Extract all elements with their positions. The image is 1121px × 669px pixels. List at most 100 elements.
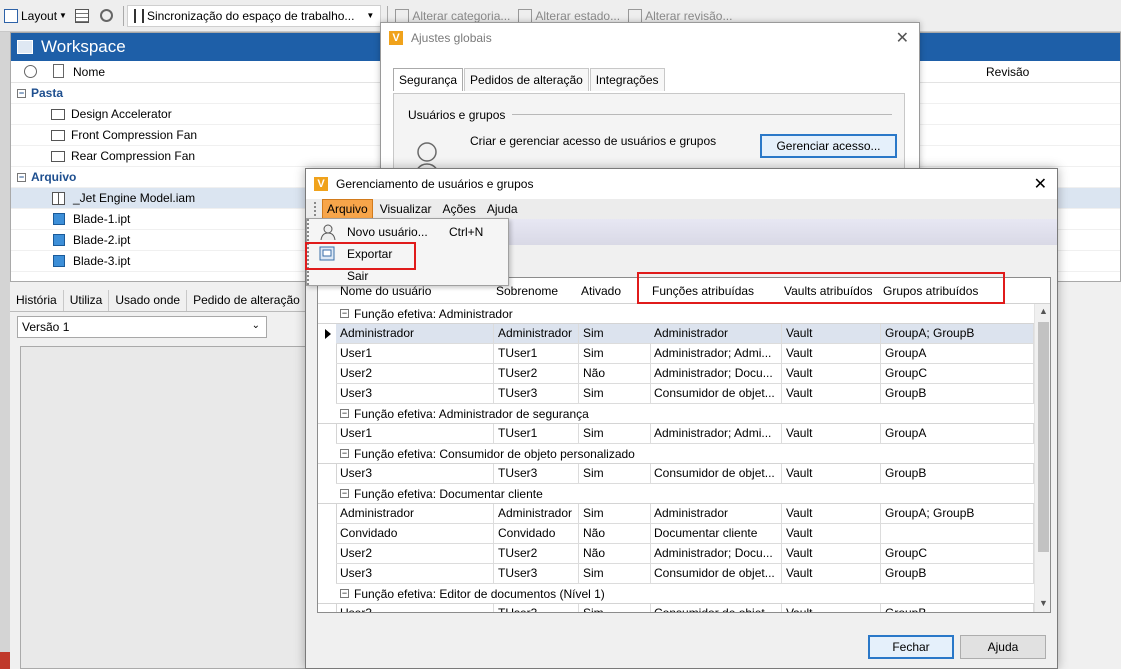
tab-security[interactable]: Segurança [393, 68, 464, 91]
part-icon [53, 234, 65, 246]
menu-view[interactable]: Visualizar [376, 200, 436, 218]
menu-actions[interactable]: Ações [439, 200, 480, 218]
help-button[interactable]: Ajuda [960, 635, 1046, 659]
grid-view-button[interactable] [71, 5, 96, 27]
global-settings-title: Ajustes globais [411, 31, 492, 45]
table-cell: Sim [579, 424, 651, 444]
table-row[interactable]: Administrador Administrador Sim Administrad… [318, 504, 1034, 524]
grid-icon [74, 8, 89, 23]
table-row[interactable]: User1 TUser1 Sim Administrador; Admi... Vaul… [318, 344, 1034, 364]
workspace-sync-dropdown[interactable]: Sincronização do espaço de trabalho... ▼ [126, 4, 382, 27]
scroll-down-icon[interactable]: ▼ [1039, 598, 1048, 608]
file-name: Blade-2.ipt [73, 233, 131, 247]
name-column-header[interactable]: Nome [73, 65, 105, 79]
table-row[interactable]: User2 TUser2 Não Administrador; Docu... Vaul… [318, 364, 1034, 384]
table-cell: Consumidor de objet... [650, 564, 782, 584]
group-row[interactable]: − Função efetiva: Administrador de segura… [318, 404, 1034, 424]
file-name: Blade-3.ipt [73, 254, 131, 268]
menu-help[interactable]: Ajuda [483, 200, 522, 218]
vertical-scrollbar[interactable]: ▲ ▼ [1034, 304, 1050, 612]
table-row[interactable]: User1 TUser1 Sim Administrador; Admi... Vaul… [318, 424, 1034, 444]
table-cell: Sim [579, 324, 651, 344]
grip-icon [314, 202, 317, 216]
table-cell [881, 524, 1034, 544]
table-row[interactable]: User3 TUser3 Sim Consumidor de objet... Vaul… [318, 464, 1034, 484]
tab-change-orders[interactable]: Pedidos de alteração [464, 68, 589, 91]
category-icon [395, 8, 410, 23]
grid-body: − Função efetiva: Administrador Administra… [318, 304, 1034, 612]
preview-pane [20, 346, 310, 669]
user-icon [320, 224, 336, 240]
layout-menu[interactable]: Layout ▼ [0, 5, 71, 27]
table-row[interactable]: User2 TUser2 Não Administrador; Docu... Vaul… [318, 544, 1034, 564]
collapse-icon[interactable]: − [17, 172, 26, 182]
collapse-icon[interactable]: − [340, 409, 349, 418]
collapse-icon[interactable]: − [340, 449, 349, 458]
column-header-enabled[interactable]: Ativado [581, 284, 621, 298]
close-icon[interactable]: ✕ [1034, 174, 1047, 194]
version-select[interactable]: Versão 1 ⌄ [17, 316, 267, 338]
menu-file[interactable]: Arquivo [322, 199, 373, 219]
tab-where-used[interactable]: Usado onde [109, 290, 188, 311]
table-cell: Vault [782, 604, 881, 612]
tab-uses[interactable]: Utiliza [64, 290, 110, 311]
table-cell: Documentar cliente [650, 524, 782, 544]
version-bar: Versão 1 ⌄ [10, 312, 310, 342]
tab-change-order[interactable]: Pedido de alteração [187, 290, 307, 311]
table-cell: Administrador [336, 324, 494, 344]
global-settings-tabs: Segurança Pedidos de alteração Integraçõ… [393, 68, 666, 91]
table-row[interactable]: User3 TUser3 Sim Consumidor de objet... Vaul… [318, 384, 1034, 404]
manage-access-button[interactable]: Gerenciar acesso... [760, 134, 897, 158]
table-row[interactable]: User3 TUser3 Sim Consumidor de objet... Vaul… [318, 564, 1034, 584]
workspace-icon [17, 40, 33, 54]
search-settings-button[interactable] [96, 5, 120, 27]
dialog-title-bar: V Gerenciamento de usuários e grupos [306, 169, 1057, 199]
group-row[interactable]: − Função efetiva: Administrador [318, 304, 1034, 324]
folder-name: Rear Compression Fan [71, 149, 196, 163]
detail-tabs: História Utiliza Usado onde Pedido de al… [10, 290, 310, 312]
table-cell: Vault [782, 544, 881, 564]
new-user-shortcut: Ctrl+N [449, 225, 484, 239]
users-groups-section-label: Usuários e grupos [408, 108, 506, 122]
table-cell: Convidado [494, 524, 579, 544]
scroll-up-icon[interactable]: ▲ [1039, 306, 1048, 316]
table-row[interactable]: Administrador Administrador Sim Administrad… [318, 324, 1034, 344]
table-cell: GroupA [881, 344, 1034, 364]
collapse-icon[interactable]: − [340, 489, 349, 498]
close-icon[interactable]: ✕ [896, 28, 909, 48]
table-cell: TUser1 [494, 344, 579, 364]
part-icon [53, 213, 65, 225]
table-row[interactable]: User3 TUser3 Sim Consumidor de objet... Vaul… [318, 604, 1034, 612]
table-row[interactable]: Convidado Convidado Não Documentar cliente V… [318, 524, 1034, 544]
tab-integrations[interactable]: Integrações [589, 68, 665, 91]
close-button[interactable]: Fechar [868, 635, 954, 659]
group-row[interactable]: − Função efetiva: Documentar cliente [318, 484, 1034, 504]
collapse-icon[interactable]: − [340, 589, 349, 598]
table-cell: GroupA; GroupB [881, 504, 1034, 524]
scrollbar-thumb[interactable] [1038, 322, 1049, 552]
table-cell: Vault [782, 424, 881, 444]
group-row[interactable]: − Função efetiva: Editor de documentos (N… [318, 584, 1034, 604]
table-cell: Administrador [336, 504, 494, 524]
status-column-icon[interactable] [24, 65, 37, 78]
table-cell: Vault [782, 364, 881, 384]
menu-item-new-user[interactable]: Novo usuário... Ctrl+N [307, 221, 508, 243]
table-cell: Sim [579, 384, 651, 404]
tab-history[interactable]: História [10, 290, 64, 311]
table-cell: User1 [336, 344, 494, 364]
change-state-label: Alterar estado... [535, 8, 621, 23]
collapse-icon[interactable]: − [17, 88, 26, 98]
table-cell: TUser3 [494, 604, 579, 612]
table-cell: GroupB [881, 384, 1034, 404]
new-user-label: Novo usuário... [347, 225, 428, 239]
group-row[interactable]: − Função efetiva: Consumidor de objeto pe… [318, 444, 1034, 464]
section-divider [512, 114, 892, 115]
table-cell: Vault [782, 564, 881, 584]
table-cell: TUser3 [494, 564, 579, 584]
collapse-icon[interactable]: − [340, 309, 349, 318]
table-cell: GroupA [881, 424, 1034, 444]
revision-column-header[interactable]: Revisão [986, 65, 1029, 79]
table-cell: User3 [336, 564, 494, 584]
part-icon [53, 255, 65, 267]
table-cell: GroupA; GroupB [881, 324, 1034, 344]
